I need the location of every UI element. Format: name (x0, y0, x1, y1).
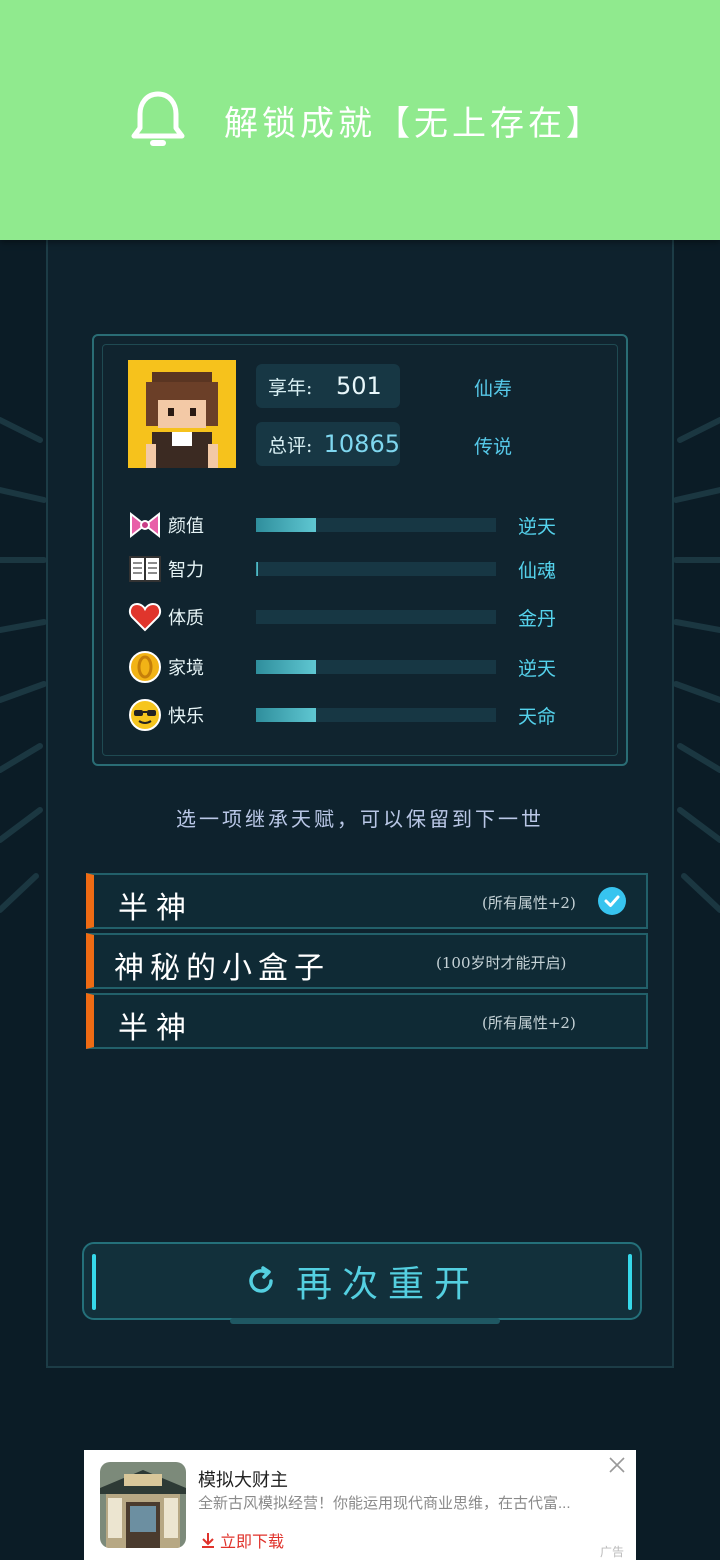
check-icon (598, 887, 626, 915)
attribute-fill (256, 708, 316, 722)
coin-icon (129, 651, 161, 683)
restart-label: 再次重开 (295, 1264, 480, 1305)
attribute-bar (256, 610, 496, 624)
attribute-name: 家境 (168, 658, 204, 679)
avatar (128, 360, 236, 468)
talent-name: 半神 (118, 1011, 194, 1046)
talent-desc: (100岁时才能开启) (436, 954, 567, 972)
stats-card: 享年: 501 仙寿 总评: 10865 传说 颜值 逆天 智力 仙魂 体质 金… (92, 334, 628, 766)
button-edge (628, 1254, 632, 1310)
attribute-fill (256, 518, 316, 532)
attribute-bar (256, 518, 496, 532)
score-value: 10865 (323, 430, 400, 458)
age-label: 享年: (268, 376, 313, 399)
attribute-grade: 逆天 (518, 657, 557, 680)
attribute-fill (256, 660, 316, 674)
talent-option[interactable]: 半神 (所有属性+2) (86, 873, 648, 929)
sunglasses-face-icon (129, 699, 161, 731)
restart-button[interactable]: 再次重开 (82, 1242, 642, 1324)
attribute-row: 颜值 逆天 (128, 508, 568, 542)
talent-option[interactable]: 神秘的小盒子 (100岁时才能开启) (86, 933, 648, 989)
talent-desc: (所有属性+2) (482, 1014, 576, 1032)
ad-tag: 广告 (599, 1545, 624, 1559)
talent-name: 神秘的小盒子 (114, 951, 330, 986)
talent-name: 半神 (118, 891, 194, 926)
download-label: 立即下载 (220, 1534, 285, 1551)
refresh-icon (249, 1266, 273, 1293)
toast-title: 解锁成就【无上存在】 (224, 103, 604, 144)
download-icon (202, 1533, 214, 1548)
heart-icon (128, 602, 162, 632)
button-underline (230, 1318, 500, 1324)
attribute-name: 颜值 (168, 516, 204, 537)
bell-icon (131, 91, 185, 146)
ad-banner[interactable]: 模拟大财主 全新古风模拟经营！你能运用现代商业思维，在古代富... 立即下载 广… (84, 1450, 636, 1560)
ad-title[interactable]: 模拟大财主 (198, 1466, 288, 1492)
attribute-name: 智力 (168, 560, 204, 581)
attribute-fill (256, 562, 258, 576)
ad-thumbnail[interactable] (100, 1462, 186, 1548)
attribute-grade: 仙魂 (518, 559, 557, 582)
attribute-name: 快乐 (168, 706, 204, 727)
attribute-row: 体质 金丹 (128, 600, 568, 634)
talent-option[interactable]: 半神 (所有属性+2) (86, 993, 648, 1049)
score-rank: 传说 (474, 436, 513, 458)
talent-desc: (所有属性+2) (482, 894, 576, 912)
attribute-bar (256, 708, 496, 722)
attribute-grade: 天命 (518, 705, 557, 728)
book-icon (129, 556, 161, 582)
bow-icon (130, 511, 160, 539)
button-edge (92, 1254, 96, 1310)
attribute-name: 体质 (168, 608, 204, 629)
close-icon[interactable] (608, 1456, 626, 1474)
ad-description: 全新古风模拟经营！你能运用现代商业思维，在古代富... (198, 1495, 571, 1512)
attribute-bar (256, 562, 496, 576)
attribute-grade: 金丹 (518, 607, 557, 630)
attribute-row: 智力 仙魂 (128, 552, 568, 586)
achievement-toast: 解锁成就【无上存在】 (0, 0, 720, 240)
age-rank: 仙寿 (474, 378, 513, 400)
inherit-hint: 选一项继承天赋，可以保留到下一世 (176, 807, 544, 831)
attribute-row: 家境 逆天 (128, 650, 568, 684)
attribute-row: 快乐 天命 (128, 698, 568, 732)
age-value: 501 (336, 372, 382, 400)
attribute-grade: 逆天 (518, 515, 557, 538)
score-label: 总评: (268, 434, 313, 457)
score-pill: 总评: 10865 (256, 422, 400, 466)
attribute-bar (256, 660, 496, 674)
download-button[interactable]: 立即下载 (200, 1528, 284, 1552)
age-pill: 享年: 501 (256, 364, 400, 408)
